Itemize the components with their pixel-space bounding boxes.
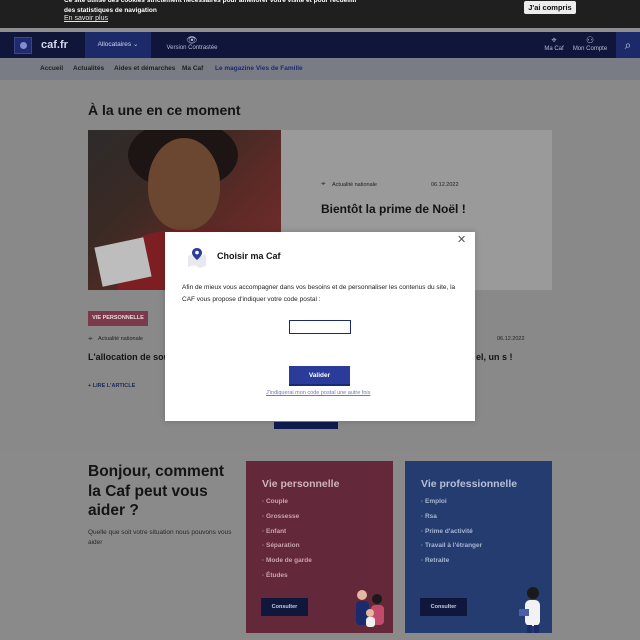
- card-link[interactable]: · Prime d'activité: [421, 528, 482, 543]
- hero-tag: Actualité nationale: [332, 182, 377, 188]
- help-section: Bonjour, comment la Caf peut vous aider …: [0, 452, 640, 640]
- contrast-toggle[interactable]: 👁 Version Contrastée: [160, 35, 224, 51]
- top-header: caf.fr Allocataires ⌄ 👁 Version Contrast…: [0, 32, 640, 58]
- help-subtext: Quelle que soit votre situation nous pou…: [88, 529, 232, 546]
- card-title: Vie professionnelle: [421, 478, 518, 490]
- card-link[interactable]: · Emploi: [421, 498, 482, 513]
- read-article-label: LIRE L'ARTICLE: [92, 383, 136, 389]
- worker-illustration-icon: [519, 587, 540, 633]
- cookie-text: Ce site utilise des cookies strictement …: [64, 0, 357, 14]
- card-vie-professionnelle: Vie professionnelle · Emploi · Rsa · Pri…: [405, 461, 552, 633]
- chevron-down-icon: ⌄: [132, 41, 139, 48]
- card-link[interactable]: · Enfant: [262, 528, 312, 543]
- nav-item-ma-caf[interactable]: Ma Caf: [182, 65, 203, 72]
- help-heading: Bonjour, comment la Caf peut vous aider …: [88, 463, 225, 519]
- map-pin-icon: [188, 248, 206, 268]
- allocataires-label: Allocataires: [97, 41, 132, 48]
- cookie-more-link[interactable]: En savoir plus: [64, 15, 108, 22]
- nav-item-magazine[interactable]: Le magazine Vies de Famille: [215, 65, 303, 72]
- choose-caf-modal: ✕ Choisir ma Caf Afin de mieux vous acco…: [165, 232, 475, 421]
- article-tag: Actualité nationale: [98, 336, 143, 342]
- consulter-button[interactable]: Consulter: [420, 598, 467, 616]
- location-pin-icon: ⌖: [551, 35, 557, 45]
- close-icon[interactable]: ✕: [457, 235, 466, 246]
- caf-logo[interactable]: caf.fr: [41, 39, 68, 51]
- hero-date: 06.12.2022: [431, 182, 459, 188]
- cookie-banner: Ce site utilise des cookies strictement …: [0, 0, 640, 28]
- section-title: À la une en ce moment: [88, 102, 241, 118]
- user-icon: ⚇: [585, 35, 595, 45]
- ma-caf-label: Ma Caf: [544, 46, 564, 52]
- card-link[interactable]: · Couple: [262, 498, 312, 513]
- family-illustration-icon: [356, 590, 384, 627]
- location-pin-icon: ⌖: [321, 179, 326, 188]
- card-list: · Emploi · Rsa · Prime d'activité · Trav…: [421, 498, 482, 572]
- postal-code-input[interactable]: [289, 320, 351, 334]
- card-title: Vie personnelle: [262, 478, 340, 490]
- secondary-nav: Accueil Actualités Aides et démarches Ma…: [0, 58, 640, 80]
- more-news-button[interactable]: [274, 422, 338, 429]
- eye-icon: 👁: [186, 35, 198, 45]
- card-link[interactable]: · Rsa: [421, 513, 482, 528]
- card-link[interactable]: · Grossesse: [262, 513, 312, 528]
- card-vie-personnelle: Vie personnelle · Couple · Grossesse · E…: [246, 461, 393, 633]
- modal-text: Afin de mieux vous accompagner dans vos …: [182, 284, 456, 303]
- later-link[interactable]: J'indiquerai mon code postal une autre f…: [266, 390, 370, 396]
- ma-caf-button[interactable]: ⌖ Ma Caf: [540, 35, 568, 52]
- nav-item-accueil[interactable]: Accueil: [40, 65, 63, 72]
- location-pin-icon: ⌖: [88, 334, 93, 343]
- category-badge: VIE PERSONNELLE: [88, 311, 148, 326]
- mon-compte-button[interactable]: ⚇ Mon Compte: [572, 35, 608, 52]
- search-icon[interactable]: ⌕: [616, 32, 640, 58]
- card-link[interactable]: · Études: [262, 572, 312, 587]
- allocataires-menu-button[interactable]: Allocataires ⌄: [85, 32, 151, 58]
- card-link[interactable]: · Retraite: [421, 557, 482, 572]
- cookie-accept-button[interactable]: J'ai compris: [524, 1, 576, 14]
- article-title-right[interactable]: el, un s !: [476, 352, 556, 363]
- nav-item-actualites[interactable]: Actualités: [73, 65, 104, 72]
- modal-title: Choisir ma Caf: [217, 251, 281, 261]
- card-link[interactable]: · Séparation: [262, 542, 312, 557]
- nav-item-aides[interactable]: Aides et démarches: [114, 65, 175, 72]
- article-date: 06.12.2022: [497, 336, 525, 342]
- card-link[interactable]: · Mode de garde: [262, 557, 312, 572]
- card-list: · Couple · Grossesse · Enfant · Séparati…: [262, 498, 312, 587]
- valider-button[interactable]: Valider: [289, 366, 350, 386]
- read-article-link[interactable]: + LIRE L'ARTICLE: [88, 383, 135, 389]
- consulter-button[interactable]: Consulter: [261, 598, 308, 616]
- contrast-label: Version Contrastée: [166, 45, 218, 51]
- hero-title[interactable]: Bientôt la prime de Noël !: [321, 202, 466, 216]
- mon-compte-label: Mon Compte: [572, 46, 608, 52]
- card-link[interactable]: · Travail à l'étranger: [421, 542, 482, 557]
- republique-logo-icon[interactable]: [14, 37, 32, 54]
